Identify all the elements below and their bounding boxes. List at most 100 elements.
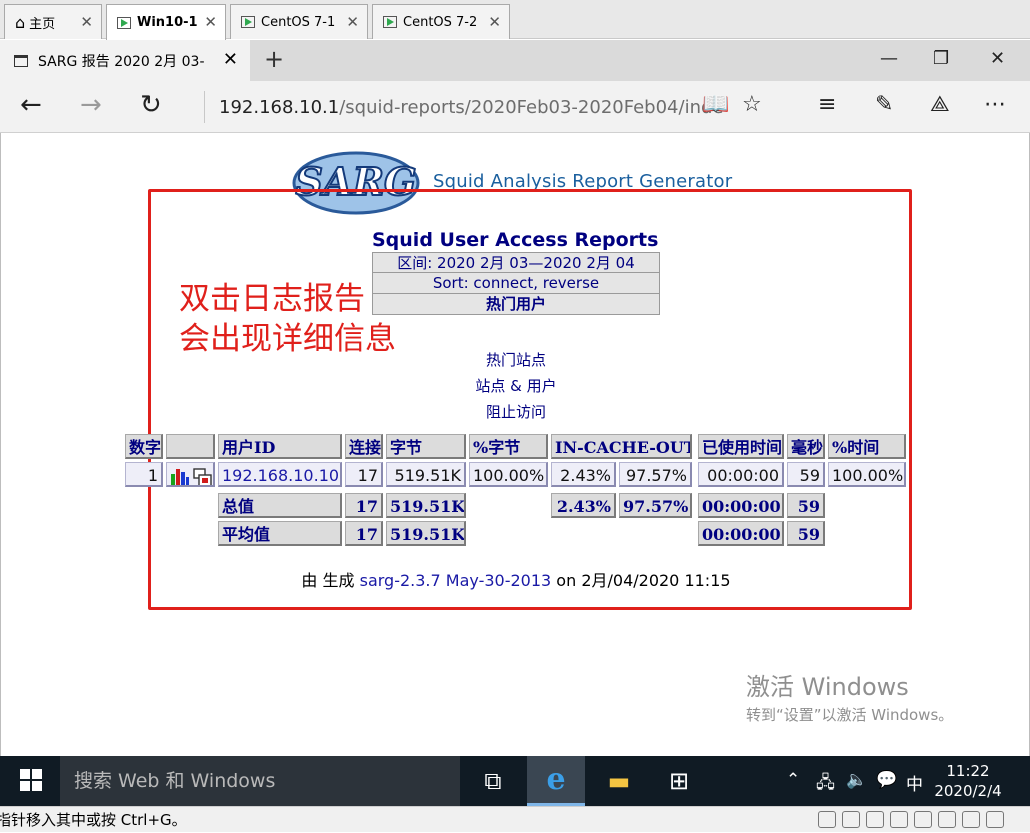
ime-indicator[interactable]: 中 xyxy=(906,770,923,795)
close-window-button[interactable]: ✕ xyxy=(990,48,1005,69)
col-connect: 连接 xyxy=(345,434,383,459)
activate-windows-watermark: 激活 Windows 转到“设置”以激活 Windows。 xyxy=(746,667,953,725)
clock[interactable]: 11:22 2020/2/4 xyxy=(930,761,1006,801)
network-adapter-icon[interactable] xyxy=(866,811,884,828)
col-userid: 用户ID xyxy=(218,434,342,459)
sound-icon[interactable] xyxy=(914,811,932,828)
total-in-cache: 2.43% xyxy=(551,493,616,518)
total-connect: 17 xyxy=(345,493,383,518)
activate-hint: 转到“设置”以激活 Windows。 xyxy=(746,706,954,724)
row-out-cache: 97.57% xyxy=(619,462,692,487)
col-icons xyxy=(166,434,215,459)
average-bytes: 519.51K xyxy=(386,521,466,546)
average-ms: 59 xyxy=(787,521,825,546)
device-icons xyxy=(818,811,1004,828)
user-link[interactable]: 192.168.10.10 xyxy=(218,462,342,487)
row-pct-bytes: 100.00% xyxy=(469,462,548,487)
vm-tab-label: CentOS 7-1 xyxy=(261,14,336,30)
close-icon[interactable]: ✕ xyxy=(80,13,93,31)
link-denied[interactable]: 阻止访问 xyxy=(441,399,591,425)
vm-tab-centos-7-1[interactable]: CentOS 7-1 ✕ xyxy=(230,4,368,39)
status-message: 指针移入其中或按 Ctrl+G。 xyxy=(0,811,187,829)
vm-tab-label: Win10-1 xyxy=(137,15,198,30)
harddisk-icon[interactable] xyxy=(818,811,836,828)
usb-icon[interactable] xyxy=(890,811,908,828)
start-button[interactable] xyxy=(20,769,44,793)
vm-status-bar: 指针移入其中或按 Ctrl+G。 xyxy=(0,806,1030,832)
average-elapsed: 00:00:00 xyxy=(698,521,784,546)
store-icon[interactable]: ⊞ xyxy=(650,756,708,806)
report-footer: 由 生成 sarg-2.3.7 May-30-2013 on 2月/04/202… xyxy=(1,567,1030,591)
row-num: 1 xyxy=(125,462,163,487)
notification-icon[interactable]: 💬 xyxy=(876,770,897,790)
file-explorer-icon[interactable]: ▬ xyxy=(590,756,648,806)
report-info-box: 区间: 2020 2月 03—2020 2月 04 Sort: connect,… xyxy=(372,252,660,315)
more-icon[interactable]: ⋯ xyxy=(984,92,1006,117)
vm-tab-label: CentOS 7-2 xyxy=(403,14,478,30)
report-sort: Sort: connect, reverse xyxy=(372,273,660,294)
page-viewport: SARG Squid Analysis Report Generator Squ… xyxy=(0,133,1030,756)
footer-prefix: 由 生成 xyxy=(301,571,355,590)
minimize-button[interactable]: — xyxy=(880,48,898,69)
printer-icon[interactable] xyxy=(962,811,980,828)
vm-tab-centos-7-2[interactable]: CentOS 7-2 ✕ xyxy=(372,4,510,39)
vm-running-icon xyxy=(241,16,255,28)
clock-time: 11:22 xyxy=(946,762,990,780)
total-out-cache: 97.57% xyxy=(619,493,692,518)
address-bar[interactable]: 192.168.10.1/squid-reports/2020Feb03-202… xyxy=(204,91,724,123)
camera-icon[interactable] xyxy=(938,811,956,828)
col-ms: 毫秒 xyxy=(787,434,825,459)
display-icon[interactable] xyxy=(986,811,1004,828)
page-icon xyxy=(14,54,28,67)
col-pct-bytes: %字节 xyxy=(469,434,548,459)
row-in-cache: 2.43% xyxy=(551,462,616,487)
vm-tab-home[interactable]: ⌂ 主页 ✕ xyxy=(4,4,102,39)
restore-button[interactable]: ❐ xyxy=(933,48,949,69)
sarg-version-link[interactable]: sarg-2.3.7 May-30-2013 xyxy=(360,571,552,590)
annotation-line-1: 双击日志报告 xyxy=(179,281,365,317)
report-period: 区间: 2020 2月 03—2020 2月 04 xyxy=(372,252,660,273)
volume-icon[interactable]: 🔈 xyxy=(846,770,867,790)
back-button[interactable]: ← xyxy=(20,90,42,120)
total-bytes: 519.51K xyxy=(386,493,466,518)
col-pct-time: %时间 xyxy=(828,434,906,459)
close-tab-icon[interactable]: ✕ xyxy=(223,49,238,70)
vm-running-icon xyxy=(383,16,397,28)
web-note-icon[interactable]: ✎ xyxy=(875,92,893,117)
forward-button[interactable]: → xyxy=(80,90,102,120)
graph-icon[interactable] xyxy=(169,466,213,488)
url-path: /squid-reports/2020Feb03-2020Feb04/inde xyxy=(339,96,724,118)
share-icon[interactable]: ⟁ xyxy=(930,92,950,117)
reading-view-icon[interactable]: 📖 xyxy=(702,92,729,117)
refresh-button[interactable]: ↻ xyxy=(140,90,162,120)
close-icon[interactable]: ✕ xyxy=(346,13,359,31)
task-view-icon[interactable]: ⧉ xyxy=(464,756,522,806)
vm-running-icon xyxy=(117,16,131,29)
new-tab-button[interactable]: + xyxy=(264,45,284,73)
browser-tab[interactable]: SARG 报告 2020 2月 03- ✕ xyxy=(0,40,250,81)
row-bytes: 519.51K xyxy=(386,462,466,487)
cdrom-icon[interactable] xyxy=(842,811,860,828)
hub-icon[interactable]: ≡ xyxy=(818,92,836,117)
edge-icon[interactable]: e xyxy=(527,756,585,806)
vm-tab-win10-1[interactable]: Win10-1 ✕ xyxy=(106,4,226,40)
favorite-star-icon[interactable]: ☆ xyxy=(742,92,762,117)
search-box[interactable]: 搜索 Web 和 Windows xyxy=(60,756,460,806)
average-label: 平均值 xyxy=(218,521,342,546)
row-connect: 17 xyxy=(345,462,383,487)
activate-title: 激活 Windows xyxy=(746,673,909,701)
clock-date: 2020/2/4 xyxy=(934,782,1002,800)
col-bytes: 字节 xyxy=(386,434,466,459)
home-icon: ⌂ xyxy=(15,12,26,32)
network-icon[interactable]: 🖧 xyxy=(816,770,835,799)
total-elapsed: 00:00:00 xyxy=(698,493,784,518)
close-icon[interactable]: ✕ xyxy=(204,13,217,31)
link-sites-users[interactable]: 站点 & 用户 xyxy=(441,373,591,399)
taskbar: 搜索 Web 和 Windows ⧉ e ▬ ⊞ ⌃ 🖧 🔈 💬 中 11:22… xyxy=(0,756,1030,806)
average-connect: 17 xyxy=(345,521,383,546)
link-top-sites[interactable]: 热门站点 xyxy=(441,347,591,373)
show-hidden-icons-icon[interactable]: ⌃ xyxy=(786,770,800,790)
report-title: Squid User Access Reports xyxy=(372,229,659,251)
annotation-line-2: 会出现详细信息 xyxy=(179,321,396,357)
close-icon[interactable]: ✕ xyxy=(488,13,501,31)
